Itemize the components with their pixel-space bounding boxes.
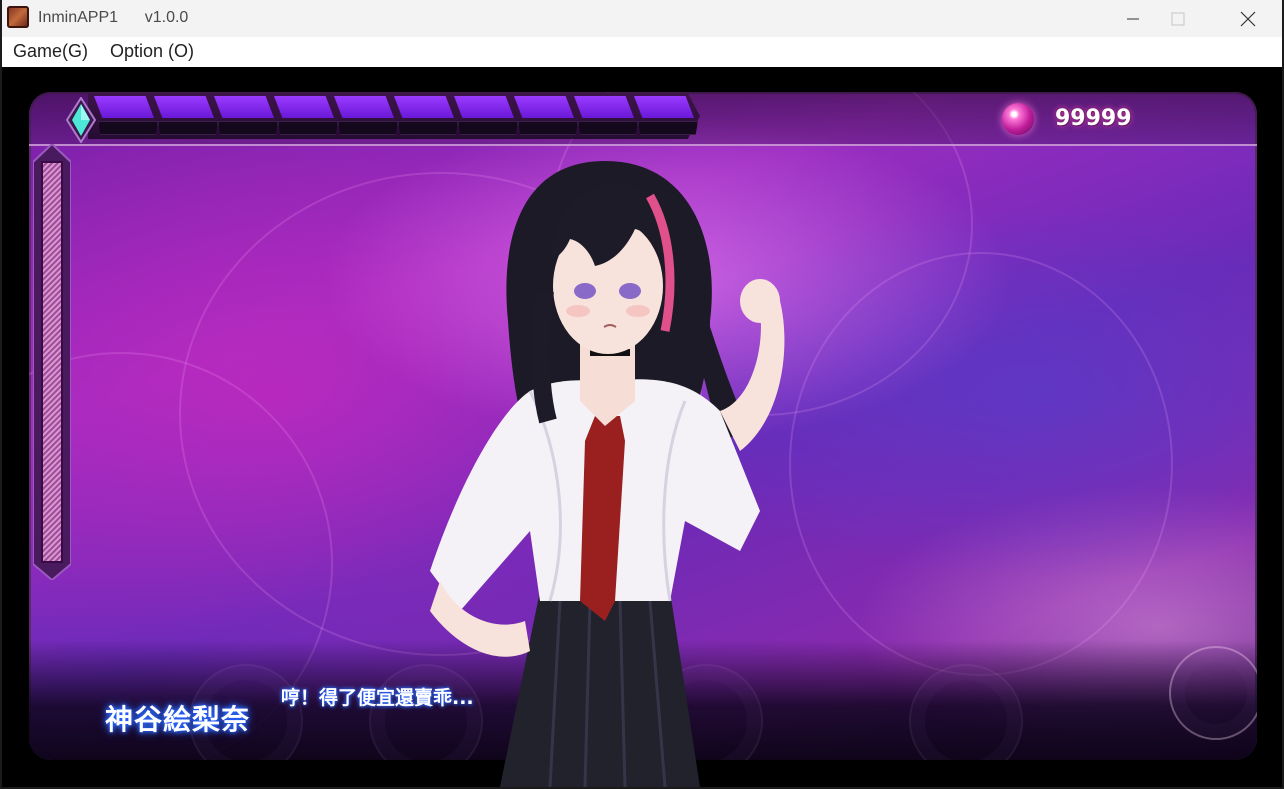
progress-segment-track — [518, 121, 578, 135]
progress-segment — [514, 96, 574, 118]
menu-game[interactable]: Game(G) — [13, 41, 88, 62]
progress-segment — [574, 96, 634, 118]
progress-segment-track — [338, 121, 398, 135]
progress-segment-track — [278, 121, 338, 135]
progress-segment — [334, 96, 394, 118]
progress-segment — [634, 96, 694, 118]
app-icon — [7, 6, 29, 28]
menu-option[interactable]: Option (O) — [110, 41, 194, 62]
game-viewport[interactable]: 99999 神谷絵梨奈 哼！得了便宜還賣乖... — [2, 67, 1282, 787]
progress-segment-track — [458, 121, 518, 135]
menu-bar: Game(G) Option (O) — [2, 37, 1282, 67]
progress-segment-track — [398, 121, 458, 135]
progress-segment — [274, 96, 334, 118]
progress-segment-track — [638, 121, 698, 135]
progress-segment — [94, 96, 154, 118]
progress-segment-track — [578, 121, 638, 135]
character-sprite[interactable] — [420, 151, 790, 787]
vertical-gauge — [33, 144, 71, 580]
speaker-name: 神谷絵梨奈 — [105, 703, 251, 736]
maximize-icon — [1171, 12, 1185, 25]
minimize-icon — [1127, 18, 1139, 19]
dialogue-text: 哼！得了便宜還賣乖... — [281, 687, 474, 709]
flower-ornament — [1169, 646, 1257, 740]
progress-segment — [394, 96, 454, 118]
currency-count: 99999 — [1055, 106, 1132, 131]
app-name: InminAPP1 — [38, 9, 119, 26]
maximize-button[interactable] — [1143, 0, 1213, 37]
background-swirl — [789, 252, 1173, 676]
window-title: InminAPP1 v1.0.0 — [38, 9, 188, 27]
progress-segment-track — [218, 121, 278, 135]
gem-icon — [66, 97, 96, 143]
progress-segment-track — [158, 121, 218, 135]
close-icon — [1240, 11, 1256, 26]
progress-segment — [154, 96, 214, 118]
purple-orb-icon — [1002, 103, 1034, 135]
close-button[interactable] — [1213, 0, 1283, 37]
progress-segment — [454, 96, 514, 118]
progress-segment-track — [98, 121, 158, 135]
app-version: v1.0.0 — [144, 9, 189, 26]
title-bar: InminAPP1 v1.0.0 — [2, 0, 1282, 37]
progress-segment — [214, 96, 274, 118]
